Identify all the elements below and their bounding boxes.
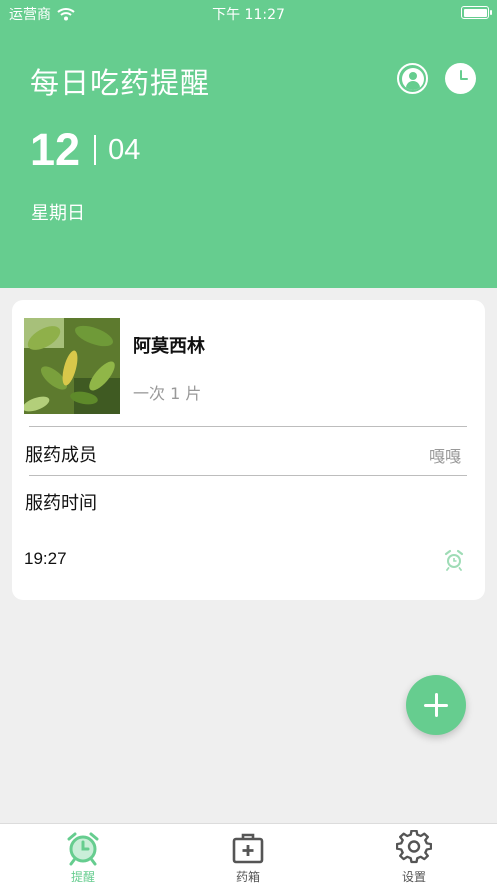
gear-icon (396, 830, 432, 864)
day-number: 04 (108, 133, 141, 166)
time-label: 服药时间 (25, 493, 97, 514)
app-title: 每日吃药提醒 (30, 66, 211, 100)
tab-bar: 提醒 药箱 设置 (0, 823, 497, 883)
medicine-box-icon (232, 833, 264, 864)
medicine-name: 阿莫西林 (133, 336, 205, 357)
dosage-text: 一次 1 片 (133, 384, 202, 403)
battery-icon (461, 6, 492, 19)
status-bar: 运营商 下午 11:27 (0, 0, 497, 26)
tab-label: 提醒 (70, 870, 95, 883)
header: 运营商 下午 11:27 每日吃药提醒 12 04 星期日 (0, 0, 497, 288)
profile-button[interactable] (397, 63, 428, 94)
date-display: 12 04 (30, 124, 140, 176)
divider (29, 475, 467, 476)
history-button[interactable] (445, 63, 476, 94)
month-number: 12 (30, 124, 81, 175)
member-value[interactable]: 嘎嘎 (429, 443, 461, 467)
status-time: 下午 11:27 (212, 7, 285, 23)
tab-settings[interactable]: 设置 (384, 830, 444, 883)
date-divider (94, 135, 97, 165)
tab-reminders[interactable]: 提醒 (53, 830, 113, 883)
weekday-label: 星期日 (31, 203, 85, 224)
alarm-clock-icon (67, 832, 99, 866)
member-label: 服药成员 (25, 445, 97, 466)
user-icon (401, 67, 424, 90)
tab-label: 药箱 (235, 870, 260, 883)
reminder-time[interactable]: 19:27 (24, 549, 67, 569)
alarm-icon[interactable] (444, 549, 464, 571)
medicine-photo (24, 318, 120, 414)
tab-label: 设置 (401, 870, 426, 883)
tab-medicine-box[interactable]: 药箱 (218, 830, 278, 883)
add-reminder-button[interactable] (406, 675, 466, 735)
divider (29, 426, 467, 427)
reminder-card[interactable]: 阿莫西林 一次 1 片 服药成员 嘎嘎 服药时间 19:27 (12, 300, 485, 600)
